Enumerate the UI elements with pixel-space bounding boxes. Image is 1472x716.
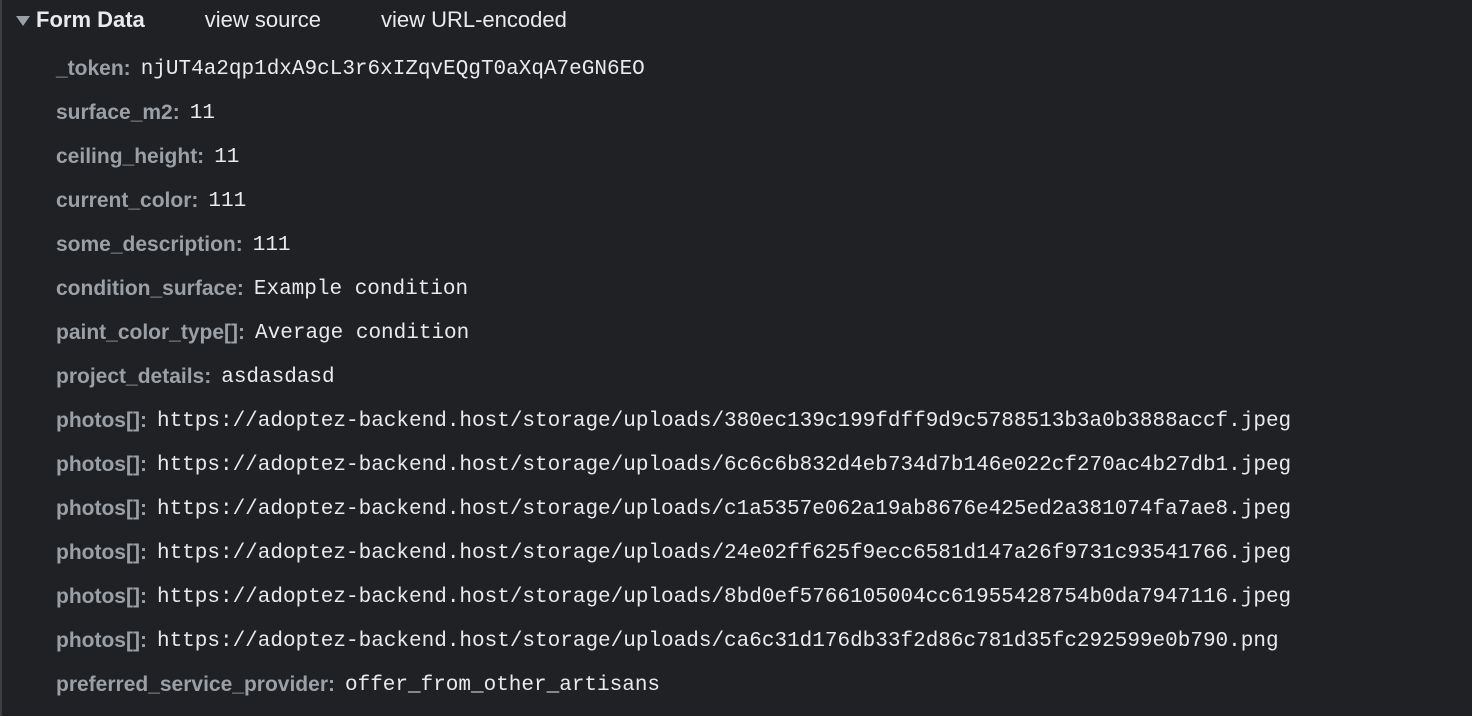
field-key: project_details: bbox=[56, 365, 212, 388]
field-value: https://adoptez-backend.host/storage/upl… bbox=[156, 453, 1292, 477]
form-field-row: ceiling_height: 11 bbox=[56, 135, 1462, 179]
section-title[interactable]: Form Data bbox=[36, 7, 145, 33]
form-field-row: condition_surface: Example condition bbox=[56, 267, 1462, 311]
form-field-row: photos[]: https://adoptez-backend.host/s… bbox=[56, 531, 1462, 575]
form-field-row: project_details: asdasdasd bbox=[56, 355, 1462, 399]
form-data-header: Form Data view source view URL-encoded bbox=[16, 4, 567, 36]
form-field-row: _token: njUT4a2qp1dxA9cL3r6xIZqvEQgT0aXq… bbox=[56, 47, 1462, 91]
form-data-panel: Form Data view source view URL-encoded _… bbox=[0, 0, 1472, 716]
field-value: 111 bbox=[252, 233, 291, 257]
field-key: preferred_service_provider: bbox=[56, 673, 335, 696]
field-key: ceiling_height: bbox=[56, 145, 205, 168]
form-field-row: some_description: 111 bbox=[56, 223, 1462, 267]
field-key: some_description: bbox=[56, 233, 243, 256]
field-value: Average condition bbox=[255, 321, 470, 345]
view-url-encoded-link[interactable]: view URL-encoded bbox=[381, 7, 567, 33]
form-field-row: photos[]: https://adoptez-backend.host/s… bbox=[56, 619, 1462, 663]
field-key: photos[]: bbox=[56, 497, 147, 520]
field-value: https://adoptez-backend.host/storage/upl… bbox=[156, 497, 1292, 521]
field-key: photos[]: bbox=[56, 585, 147, 608]
view-source-link[interactable]: view source bbox=[205, 7, 321, 33]
field-key: surface_m2: bbox=[56, 101, 180, 124]
field-value: https://adoptez-backend.host/storage/upl… bbox=[156, 409, 1292, 433]
form-field-row: photos[]: https://adoptez-backend.host/s… bbox=[56, 443, 1462, 487]
field-value: 11 bbox=[189, 101, 215, 125]
form-field-row: preferred_service_provider: offer_from_o… bbox=[56, 663, 1462, 707]
form-field-row: photos[]: https://adoptez-backend.host/s… bbox=[56, 575, 1462, 619]
field-value: https://adoptez-backend.host/storage/upl… bbox=[156, 629, 1279, 653]
field-key: photos[]: bbox=[56, 453, 147, 476]
field-key: _token: bbox=[56, 57, 131, 80]
field-value: 11 bbox=[214, 145, 240, 169]
field-value: https://adoptez-backend.host/storage/upl… bbox=[156, 585, 1292, 609]
field-key: photos[]: bbox=[56, 629, 147, 652]
field-value: njUT4a2qp1dxA9cL3r6xIZqvEQgT0aXqA7eGN6EO bbox=[140, 57, 645, 81]
field-key: photos[]: bbox=[56, 409, 147, 432]
form-field-row: photos[]: https://adoptez-backend.host/s… bbox=[56, 399, 1462, 443]
field-key: paint_color_type[]: bbox=[56, 321, 246, 344]
field-value: 111 bbox=[208, 189, 247, 213]
field-key: current_color: bbox=[56, 189, 199, 212]
form-data-list: _token: njUT4a2qp1dxA9cL3r6xIZqvEQgT0aXq… bbox=[56, 47, 1462, 707]
field-key: condition_surface: bbox=[56, 277, 244, 300]
form-field-row: photos[]: https://adoptez-backend.host/s… bbox=[56, 487, 1462, 531]
form-field-row: surface_m2: 11 bbox=[56, 91, 1462, 135]
field-key: photos[]: bbox=[56, 541, 147, 564]
field-value: Example condition bbox=[253, 277, 469, 301]
collapse-triangle-icon[interactable] bbox=[16, 16, 30, 26]
form-field-row: current_color: 111 bbox=[56, 179, 1462, 223]
field-value: asdasdasd bbox=[221, 365, 335, 389]
form-field-row: paint_color_type[]: Average condition bbox=[56, 311, 1462, 355]
field-value: offer_from_other_artisans bbox=[344, 673, 661, 697]
field-value: https://adoptez-backend.host/storage/upl… bbox=[156, 541, 1292, 565]
